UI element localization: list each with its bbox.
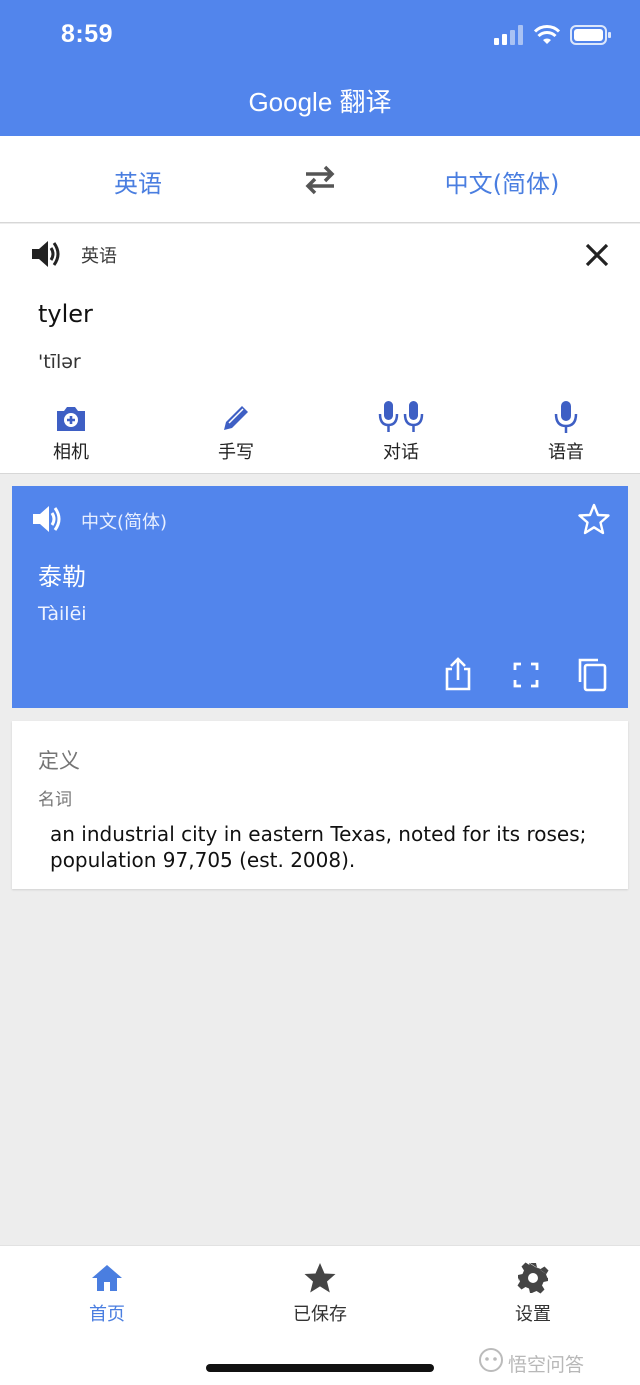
translated-phonetic: Tàilēi <box>38 603 87 625</box>
status-icons <box>494 24 612 46</box>
star-outline-icon[interactable] <box>577 502 611 536</box>
gear-icon <box>517 1262 549 1294</box>
language-bar: 英语 中文(简体) <box>0 136 640 223</box>
watermark-logo-icon <box>479 1348 503 1372</box>
swap-arrows-icon <box>305 165 335 195</box>
app-header: 8:59 Google 翻译 <box>0 0 640 136</box>
camera-button[interactable]: 相机 <box>31 400 111 464</box>
nav-settings-label: 设置 <box>515 1304 551 1325</box>
mic-icon <box>554 401 578 433</box>
copy-icon[interactable] <box>576 656 608 692</box>
source-text[interactable]: tyler <box>38 300 93 328</box>
wifi-icon <box>534 25 560 44</box>
swap-languages-button[interactable] <box>300 162 340 198</box>
home-indicator[interactable] <box>206 1364 434 1372</box>
conversation-label: 对话 <box>383 442 419 463</box>
camera-label: 相机 <box>53 442 89 463</box>
translated-text: 泰勒 <box>38 563 86 591</box>
voice-label: 语音 <box>548 442 584 463</box>
definitions-card: 定义 名词 an industrial city in eastern Texa… <box>12 721 628 889</box>
watermark-text: 悟空问答 <box>508 1354 585 1376</box>
pen-icon <box>224 406 248 430</box>
input-card: 英语 tyler 'tīlər 相机 手写 对话 语音 <box>0 224 640 474</box>
nav-settings[interactable]: 设置 <box>478 1260 588 1326</box>
speaker-icon[interactable] <box>31 504 63 534</box>
signal-icon <box>494 25 523 45</box>
handwriting-label: 手写 <box>218 442 254 463</box>
conversation-button[interactable]: 对话 <box>361 400 441 464</box>
fullscreen-icon[interactable] <box>510 656 542 692</box>
nav-saved-label: 已保存 <box>293 1304 347 1325</box>
nav-home[interactable]: 首页 <box>52 1260 162 1326</box>
nav-saved[interactable]: 已保存 <box>265 1260 375 1326</box>
conversation-mic-icon <box>378 401 424 432</box>
close-icon[interactable] <box>580 238 614 272</box>
app-title: Google 翻译 <box>248 87 392 117</box>
definition-text: an industrial city in eastern Texas, not… <box>50 822 587 872</box>
star-icon <box>304 1263 336 1293</box>
source-phonetic: 'tīlər <box>38 351 81 373</box>
source-language-button[interactable]: 英语 <box>88 164 188 199</box>
handwriting-button[interactable]: 手写 <box>196 400 276 464</box>
voice-button[interactable]: 语音 <box>526 400 606 464</box>
source-language-label: 英语 <box>81 246 117 267</box>
bottom-navigation: 首页 已保存 设置 悟空问答 <box>0 1245 640 1385</box>
nav-home-label: 首页 <box>89 1304 125 1325</box>
status-time: 8:59 <box>61 20 114 48</box>
home-icon <box>92 1265 122 1291</box>
part-of-speech: 名词 <box>38 790 72 810</box>
share-icon[interactable] <box>442 656 474 692</box>
speaker-icon[interactable] <box>30 239 62 269</box>
translation-card: 中文(简体) 泰勒 Tàilēi <box>12 486 628 708</box>
definitions-title: 定义 <box>38 749 80 773</box>
target-language-label: 中文(简体) <box>81 512 168 533</box>
battery-icon <box>570 25 611 45</box>
target-language-button[interactable]: 中文(简体) <box>430 164 574 199</box>
camera-icon <box>57 407 85 431</box>
